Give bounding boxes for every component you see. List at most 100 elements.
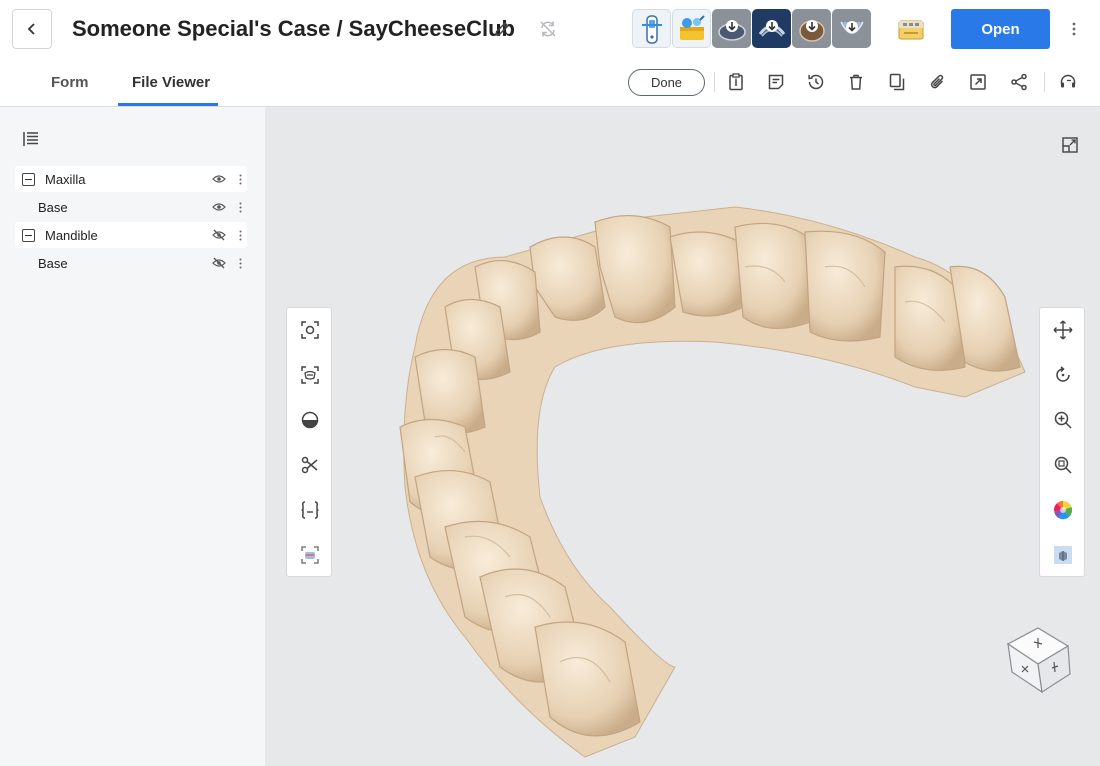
layer-panel: Maxilla Base Mandible Base (0, 107, 265, 766)
bracket-icon (301, 501, 319, 519)
support-button[interactable] (1056, 70, 1080, 94)
headset-icon (1060, 74, 1076, 88)
scan-icon (301, 366, 319, 384)
done-button[interactable]: Done (628, 69, 705, 96)
3d-viewer[interactable] (265, 107, 1100, 766)
color-map-button[interactable] (1051, 498, 1075, 522)
paperclip-icon (930, 74, 944, 89)
clipboard-button[interactable] (724, 70, 748, 94)
back-icon (27, 23, 35, 35)
download-app-icon (839, 20, 864, 34)
pan-button[interactable] (1051, 318, 1075, 342)
header-bar: Someone Special's Case / SayCheeseClub O… (0, 0, 1100, 107)
orientation-cube[interactable] (1003, 621, 1073, 695)
export-icon (970, 74, 986, 90)
layer-menu-button[interactable] (235, 171, 245, 187)
more-vert-icon (239, 258, 241, 268)
margin-button[interactable] (298, 498, 322, 522)
case-title: Someone Special's Case / SayCheeseClub (72, 16, 515, 41)
occlusion-button[interactable] (298, 543, 322, 567)
delete-button[interactable] (844, 70, 868, 94)
zoom-area-button[interactable] (1051, 453, 1075, 477)
trash-icon (850, 74, 862, 90)
visibility-toggle[interactable] (211, 199, 227, 215)
storage-app-tile[interactable] (892, 9, 930, 48)
history-button[interactable] (804, 70, 828, 94)
edit-title-button[interactable] (491, 18, 513, 40)
scanner-app-tile[interactable] (632, 9, 671, 48)
cut-button[interactable] (298, 453, 322, 477)
edit-icon (495, 22, 509, 36)
more-vert-icon (239, 202, 241, 212)
collapse-toggle[interactable] (22, 228, 35, 242)
view-toolbar-left (286, 307, 332, 577)
download-app-tile-2[interactable] (752, 9, 791, 48)
layer-label: Maxilla (45, 171, 86, 187)
expand-icon (1062, 137, 1078, 153)
zoom-area-icon (1054, 456, 1072, 474)
download-app-icon (717, 19, 746, 41)
download-app-tile-1[interactable] (712, 9, 751, 48)
rotate-icon (1056, 366, 1070, 382)
tab-file-viewer[interactable]: File Viewer (132, 74, 210, 91)
toolbox-app-icon (679, 14, 705, 40)
eye-icon (212, 175, 226, 183)
layer-label: Mandible (45, 227, 98, 243)
view-cube-icon (1006, 627, 1071, 694)
download-app-tile-3[interactable] (792, 9, 831, 48)
copy-icon (889, 73, 905, 91)
layer-item-mandible-base[interactable]: Base (15, 250, 247, 276)
fit-view-button[interactable] (298, 318, 322, 342)
layer-label: Base (38, 255, 68, 271)
layer-menu-button[interactable] (235, 255, 245, 271)
layer-menu-button[interactable] (235, 199, 245, 215)
dental-model[interactable] (265, 107, 1100, 766)
texture-button[interactable] (1051, 543, 1075, 567)
visibility-toggle[interactable] (211, 227, 227, 243)
note-button[interactable] (764, 70, 788, 94)
copy-button[interactable] (885, 70, 909, 94)
fit-view-icon (301, 321, 319, 339)
sync-icon (540, 21, 556, 37)
layer-label: Base (38, 199, 68, 215)
open-button[interactable]: Open (951, 9, 1050, 49)
move-icon (1053, 320, 1073, 340)
visibility-toggle[interactable] (211, 171, 227, 187)
clipboard-icon (729, 73, 743, 91)
active-tab-indicator (118, 103, 218, 106)
expand-button[interactable] (1059, 134, 1081, 156)
scan-view-button[interactable] (298, 363, 322, 387)
tab-form[interactable]: Form (51, 74, 89, 91)
toolbox-app-tile[interactable] (672, 9, 711, 48)
download-app-tile-4[interactable] (832, 9, 871, 48)
scanner-app-icon (641, 14, 662, 44)
more-vert-icon (1072, 22, 1076, 36)
note-icon (768, 74, 784, 90)
scissors-icon (301, 456, 318, 474)
clipping-button[interactable] (298, 408, 322, 432)
visibility-toggle[interactable] (211, 255, 227, 271)
layer-item-maxilla-base[interactable]: Base (15, 194, 247, 220)
texture-icon (1054, 546, 1072, 564)
layer-group-mandible[interactable]: Mandible (15, 222, 247, 248)
more-vert-icon (239, 230, 241, 240)
share-button[interactable] (1007, 70, 1031, 94)
layer-list-toggle[interactable] (20, 128, 42, 150)
sync-button[interactable] (537, 18, 559, 40)
more-options-button[interactable] (1066, 18, 1082, 40)
eye-icon (212, 203, 226, 211)
attach-button[interactable] (926, 70, 950, 94)
history-icon (808, 74, 824, 90)
divider (1044, 72, 1045, 92)
export-button[interactable] (966, 70, 990, 94)
collapse-toggle[interactable] (22, 172, 35, 186)
download-app-icon (758, 19, 785, 37)
zoom-in-button[interactable] (1051, 408, 1075, 432)
download-app-icon (798, 19, 825, 42)
back-button[interactable] (12, 9, 52, 49)
color-wheel-icon (1054, 500, 1073, 520)
occlusion-icon (301, 546, 319, 564)
layer-group-maxilla[interactable]: Maxilla (15, 166, 247, 192)
rotate-button[interactable] (1051, 363, 1075, 387)
layer-menu-button[interactable] (235, 227, 245, 243)
